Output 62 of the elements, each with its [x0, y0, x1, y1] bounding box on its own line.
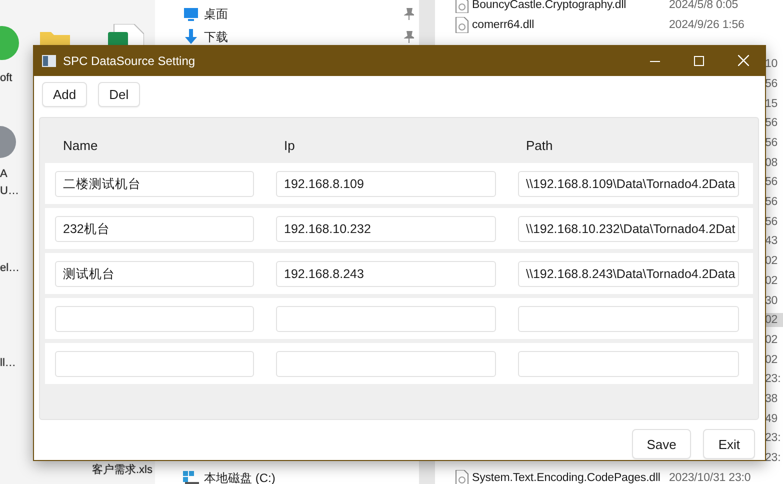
file-date: 56	[765, 214, 779, 229]
input-field[interactable]	[276, 306, 496, 332]
scroll-bar[interactable]	[419, 461, 435, 484]
maximize-icon	[694, 56, 704, 66]
input-field[interactable]: 192.168.8.109	[276, 170, 496, 196]
file-date: 56	[765, 175, 779, 190]
input-field[interactable]: 二楼测试机台	[55, 170, 254, 196]
column-header: Name	[62, 138, 99, 152]
file-date: 56	[765, 195, 779, 209]
close-icon	[738, 55, 748, 66]
file-date: 38	[765, 392, 779, 406]
input-field[interactable]	[55, 306, 254, 332]
file-name[interactable]: comerr64.dll	[472, 18, 534, 32]
file-date: 10	[765, 57, 779, 72]
input-field[interactable]: \\192.168.8.109\Data\Tornado4.2Data	[518, 170, 739, 196]
icon-label: el…	[0, 262, 20, 275]
exit-button[interactable]: Exit	[703, 429, 755, 459]
file-date: 15	[765, 96, 779, 110]
file-date: 23:	[765, 372, 782, 386]
save-button[interactable]: Save	[632, 429, 692, 459]
desktop-icon	[183, 6, 199, 22]
file-date: 56	[765, 76, 779, 91]
icon-label: oft	[0, 72, 12, 85]
column-header: Ip	[283, 138, 296, 152]
file-date: 2024/9/26 1:56	[669, 18, 744, 32]
icon-label: A	[0, 168, 8, 181]
file-date: 30	[765, 294, 779, 308]
input-field[interactable]: \\192.168.10.232\Data\Tornado4.2Dat	[518, 216, 739, 242]
column-header: Path	[525, 138, 554, 152]
download-icon	[183, 29, 199, 45]
file-date: 49	[765, 412, 779, 426]
icon-label: 客户需求.xls	[92, 464, 152, 477]
file-date: 23:	[765, 431, 782, 446]
file-name[interactable]: BouncyCastle.Cryptography.dll	[472, 0, 626, 12]
icon-label: U…	[0, 185, 19, 198]
input-field[interactable]	[55, 350, 254, 376]
file-date: 23:	[765, 451, 782, 466]
file-date: 56	[765, 136, 779, 150]
nav-item[interactable]: 下载	[204, 28, 228, 46]
file-date: 2024/5/8 0:05	[669, 0, 738, 12]
input-field[interactable]: \\192.168.8.243\Data\Tornado4.2Data	[518, 260, 739, 286]
scroll-bar[interactable]	[419, 0, 435, 45]
input-field[interactable]: 192.168.8.243	[276, 260, 496, 286]
icon-label: ll…	[0, 357, 16, 370]
delete-button[interactable]: Del	[98, 82, 140, 107]
drive-icon	[183, 470, 199, 484]
nav-item[interactable]: 桌面	[204, 6, 228, 22]
input-field[interactable]	[518, 350, 739, 376]
input-field[interactable]: 232机台	[55, 216, 254, 242]
window-icon	[42, 54, 56, 66]
input-field[interactable]	[276, 350, 496, 376]
window-title: SPC DataSource Setting	[63, 54, 196, 68]
file-icon	[455, 16, 469, 33]
file-date: 56	[765, 116, 779, 130]
input-field[interactable]: 192.168.10.232	[276, 216, 496, 242]
input-field[interactable]	[518, 306, 739, 332]
add-button[interactable]: Add	[42, 82, 88, 107]
nav-item[interactable]: 本地磁盘 (C:)	[204, 470, 276, 484]
file-name[interactable]: System.Text.Encoding.CodePages.dll	[472, 470, 660, 484]
file-date: 2023/10/31 23:0	[669, 470, 751, 484]
file-date: 43	[765, 234, 779, 248]
input-field[interactable]: 测试机台	[55, 260, 254, 286]
